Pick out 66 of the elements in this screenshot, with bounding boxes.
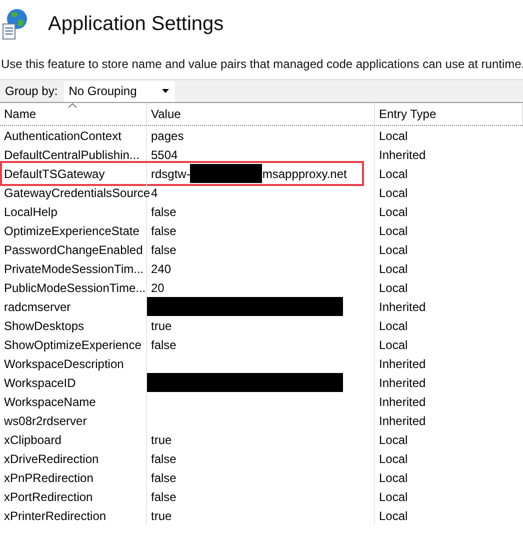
entry-type-cell-text: Local [378,242,409,258]
name-cell: OptimizeExperienceState [0,221,147,240]
entry-type-cell-text: Local [378,336,409,354]
entry-type-cell-text: Local [378,432,409,448]
value-text: pages [151,128,184,142]
name-cell: xPrinterRedirection [0,506,147,525]
entry-type-cell-text: Local [378,222,409,240]
value-text: msappproxy.net [262,166,347,180]
entry-type-cell-text: Inherited [378,394,427,410]
value-text: 240 [151,262,172,276]
entry-type-cell-text: Local [378,260,409,278]
entry-type-cell-text: Local [378,318,409,334]
name-cell: PrivateModeSessionTim... [0,259,147,278]
entry-type-cell-text: Local [378,166,409,182]
entry-type-cell-text: Local [378,280,409,296]
value-text: 20 [151,280,164,294]
entry-type-cell-text: Local [378,488,409,506]
entry-type-cell-text: Local [378,184,409,202]
entry-type-cell-text: Inherited [378,298,427,316]
column-header[interactable]: Value [147,103,375,125]
entry-type-cell-text: Local [378,450,409,468]
name-cell: PublicModeSessionTime... [0,278,147,297]
sort-caret-icon [68,103,77,108]
dropdown-caret-icon [162,89,169,93]
group-by-dropdown[interactable]: No Grouping [64,80,175,102]
value-text: true [151,508,172,522]
value-text: false [151,204,176,218]
name-cell: ShowOptimizeExperience [0,335,147,354]
column-header[interactable]: Entry Type [375,103,523,125]
entry-type-cell-text: Local [378,470,409,486]
value-text: false [151,470,176,484]
entry-type-cell-text: Local [378,204,409,220]
group-by-label: Group by: [5,84,58,98]
entry-type-cell-text: Inherited [378,412,427,430]
name-cell: ws08r2rdserver [0,411,147,430]
value-text: false [151,490,176,504]
value-text: true [151,318,172,332]
name-cell: xPnPRedirection [0,468,147,487]
name-cell: xPortRedirection [0,487,147,506]
value-text: false [151,338,176,352]
column-header[interactable]: Name [0,103,147,125]
name-cell: WorkspaceDescription [0,354,147,373]
value-text: 5504 [151,148,178,162]
page-title: Application Settings [48,12,224,36]
globe-document-icon [2,8,30,40]
value-text: true [151,432,172,446]
value-text: false [151,452,176,466]
name-cell: LocalHelp [0,202,147,221]
name-cell: GatewayCredentialsSource [0,183,147,202]
name-cell: WorkspaceName [0,392,147,411]
entry-type-cell-text: Local [378,508,409,524]
entry-type-cell-text: Local [378,128,409,144]
name-cell: xDriveRedirection [0,449,147,468]
name-cell: ShowDesktops [0,316,147,335]
value-text: false [151,224,176,238]
name-cell: xClipboard [0,430,147,449]
name-cell: DefaultCentralPublishin... [0,145,147,164]
value-text: false [151,242,176,256]
value-text: rdsgtw- [151,166,190,180]
name-cell: PasswordChangeEnabled [0,240,147,259]
name-cell: AuthenticationContext [0,126,147,145]
name-cell: DefaultTSGateway [0,164,147,183]
entry-type-cell-text: Inherited [378,356,427,372]
value-text: 4 [151,186,158,200]
entry-type-cell-text: Inherited [378,374,427,392]
entry-type-cell-text: Inherited [378,146,427,164]
